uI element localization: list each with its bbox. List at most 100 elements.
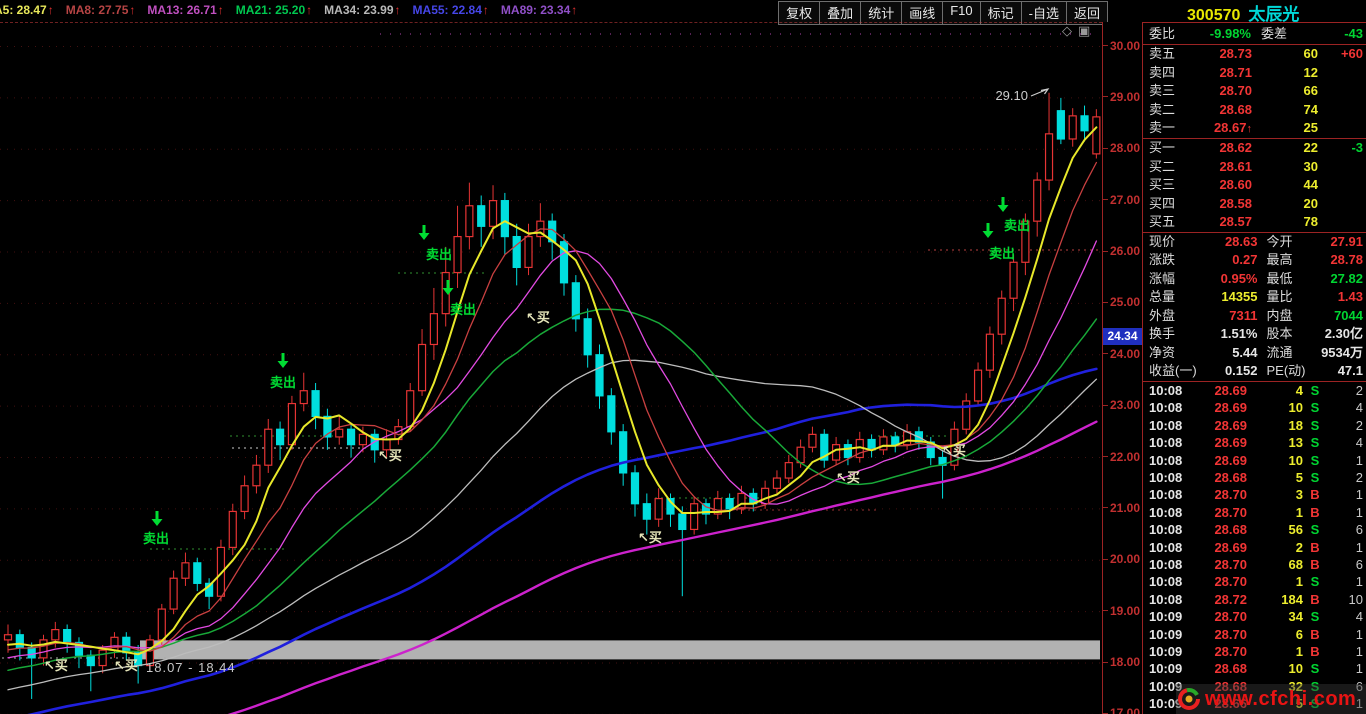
svg-text:29.10: 29.10: [995, 88, 1028, 103]
tick-time: 10:09: [1149, 626, 1183, 642]
stat-label: 换手: [1149, 326, 1176, 342]
tick-volume: 13: [1288, 435, 1303, 451]
svg-text:卖出: 卖出: [989, 246, 1015, 261]
stat-label: 量比: [1266, 289, 1293, 305]
tick-count: 1: [1355, 661, 1363, 677]
order-volume: 12: [1303, 64, 1318, 80]
chart-corner-icons: ◇ ▣: [1056, 23, 1090, 39]
up-arrow-icon: ↑: [47, 3, 54, 17]
up-arrow-icon: ↑: [306, 3, 313, 17]
tick-price: 28.69: [1214, 539, 1247, 555]
stat-label: 最低: [1266, 270, 1293, 286]
tick-price: 28.68: [1214, 522, 1247, 538]
tick-row: 10:08 28.68 5 S 2: [1143, 469, 1366, 486]
weibi-label: 委比: [1149, 25, 1176, 41]
stat-value: 1.51%: [1220, 326, 1258, 342]
svg-text:卖出: 卖出: [450, 302, 476, 317]
tick-price: 28.70: [1214, 609, 1247, 625]
tick-count: 1: [1355, 487, 1363, 503]
axis-label: 24.00: [1109, 346, 1140, 361]
tick-row: 10:08 28.70 1 B 1: [1143, 504, 1366, 521]
tick-count: 1: [1355, 452, 1363, 468]
kline-chart[interactable]: 卖出 卖出 卖出 卖出 卖出 卖出 ↖买 ↖买 ↖买 ↖买 ↖买 ↖买 ↖买 29.10 18.07 - 1…: [0, 22, 1102, 714]
tick-price: 28.70: [1214, 487, 1247, 503]
stat-value: 47.1: [1337, 363, 1363, 379]
tick-time: 10:08: [1149, 574, 1183, 590]
tick-count: 6: [1355, 522, 1363, 538]
stat-value: 28.63: [1224, 233, 1258, 249]
stat-row: 现价 28.63 今开 27.91: [1143, 233, 1366, 252]
price-axis: 24.34 30.00 29.00 28.00 27.00 26.00 25.00 24.0…: [1102, 22, 1143, 714]
order-volume: 78: [1303, 214, 1318, 230]
tick-side: B: [1310, 557, 1320, 572]
buy-row[interactable]: 买三 28.60 44: [1143, 176, 1366, 195]
diamond-marker-icon[interactable]: ◇: [1062, 23, 1072, 38]
stat-row: 涨幅 0.95% 最低 27.82: [1143, 270, 1366, 289]
tick-count: 6: [1355, 557, 1363, 572]
tick-volume: 184: [1281, 591, 1303, 607]
tick-count: 4: [1355, 400, 1363, 416]
axis-label: 30.00: [1109, 38, 1140, 53]
svg-text:↖买: ↖买: [526, 310, 550, 325]
kline-chart-svg[interactable]: 卖出卖出卖出卖出卖出卖出↖买 ↖买↖买↖买↖买↖买↖买29.1018.07 - 1…: [0, 23, 1102, 714]
axis-label: 22.00: [1109, 449, 1140, 464]
order-price: 28.67↑: [1213, 119, 1252, 135]
order-price: 28.68: [1219, 101, 1252, 117]
order-level-label: 买一: [1149, 139, 1176, 155]
up-arrow-icon: ↑: [129, 3, 136, 17]
tick-row: 10:08 28.69 10 S 4: [1143, 399, 1366, 416]
tick-row: 10:08 28.69 18 S 2: [1143, 417, 1366, 434]
stat-value: 27.82: [1330, 270, 1363, 286]
tick-row: 10:08 28.70 3 B 1: [1143, 486, 1366, 503]
weibi-value: -9.98%: [1209, 25, 1251, 41]
order-volume: 44: [1303, 177, 1318, 193]
tick-side: S: [1310, 661, 1320, 677]
order-volume: 20: [1303, 195, 1318, 211]
order-volume: 60: [1303, 46, 1318, 61]
stat-value: 14355: [1221, 289, 1258, 305]
tick-volume: 34: [1288, 609, 1303, 625]
order-level-label: 卖四: [1149, 64, 1176, 80]
sell-row[interactable]: 卖二 28.68 74: [1143, 101, 1366, 120]
buy-row[interactable]: 买四 28.58 20: [1143, 195, 1366, 214]
sell-row[interactable]: 卖三 28.70 66: [1143, 82, 1366, 101]
svg-text:↖买: ↖买: [942, 443, 966, 458]
ma-readout-item: MA55: 22.84↑: [412, 3, 489, 17]
buy-row[interactable]: 买一 28.62 22 -3: [1143, 139, 1366, 158]
panel-toggle-icon[interactable]: ▣: [1078, 23, 1090, 38]
axis-label: 29.00: [1109, 89, 1140, 104]
stat-value: 0.95%: [1220, 270, 1258, 286]
tick-side: B: [1310, 539, 1320, 555]
stat-label: PE(动): [1266, 363, 1306, 379]
svg-text:↖买: ↖买: [836, 470, 860, 485]
tick-count: 2: [1355, 417, 1363, 433]
tick-side: S: [1310, 574, 1320, 590]
svg-text:卖出: 卖出: [426, 247, 452, 262]
tick-row: 10:08 28.70 1 S 1: [1143, 573, 1366, 590]
sell-row[interactable]: 卖四 28.71 12: [1143, 64, 1366, 83]
sell-row[interactable]: 卖一 28.67↑ 25: [1143, 119, 1366, 138]
buy-row[interactable]: 买二 28.61 30: [1143, 158, 1366, 177]
order-price: 28.71: [1219, 64, 1252, 80]
price-axis-marker: 24.34: [1103, 328, 1142, 346]
tick-volume: 10: [1288, 400, 1303, 416]
stat-label: 涨跌: [1149, 252, 1176, 268]
tick-volume: 10: [1288, 452, 1303, 468]
tick-price: 28.68: [1214, 469, 1247, 485]
tick-trade-list[interactable]: 10:08 28.69 4 S 2 10:08 28.69 10 S 4 10:08 28.69 18 S…: [1143, 382, 1366, 714]
stat-row: 总量 14355 量比 1.43: [1143, 288, 1366, 307]
axis-label: 18.00: [1109, 655, 1140, 669]
buy-row[interactable]: 买五 28.57 78: [1143, 213, 1366, 232]
order-book-sell: 卖五 28.73 60 +60 卖四 28.71 12 卖三 28.70 66 卖二 28.68 74 卖…: [1143, 45, 1366, 139]
tick-time: 10:08: [1149, 487, 1183, 503]
tick-side: S: [1310, 522, 1320, 538]
axis-label: 20.00: [1109, 552, 1140, 567]
svg-text:卖出: 卖出: [143, 531, 169, 546]
tick-price: 28.69: [1214, 417, 1247, 433]
tick-row: 10:08 28.69 4 S 2: [1143, 382, 1366, 399]
tick-price: 28.72: [1214, 591, 1247, 607]
svg-text:卖出: 卖出: [270, 375, 296, 390]
order-level-label: 卖五: [1149, 46, 1176, 61]
tick-side: S: [1310, 609, 1320, 625]
sell-row[interactable]: 卖五 28.73 60 +60: [1143, 45, 1366, 64]
